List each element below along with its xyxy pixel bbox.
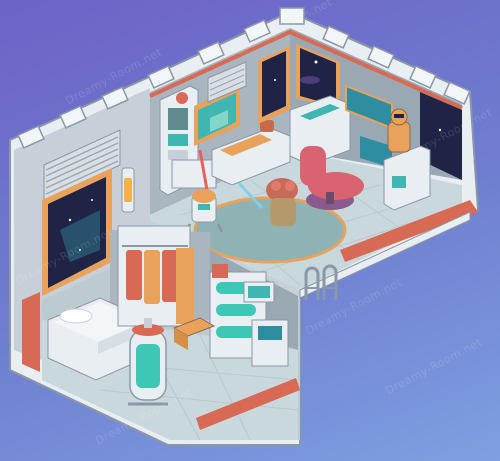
- yoda-figure-icon: [266, 178, 298, 226]
- robot-droid-icon: [387, 108, 411, 153]
- game-scene: [9, 7, 480, 446]
- cryo-tank-icon: [128, 318, 168, 406]
- wall-lamp-left-icon: [121, 167, 135, 213]
- wardrobe-icon: [117, 225, 194, 327]
